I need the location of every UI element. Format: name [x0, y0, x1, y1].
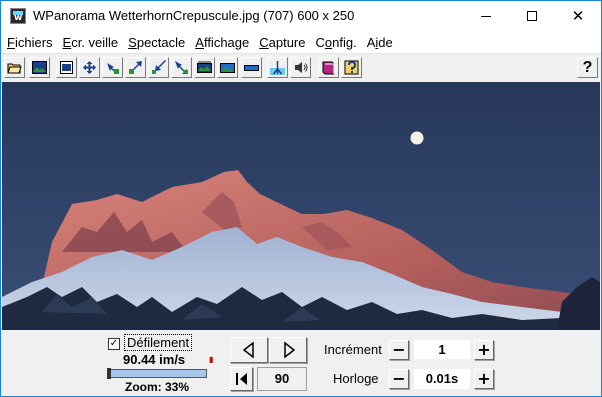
- menu-aide[interactable]: Aide: [362, 35, 398, 50]
- zoom-label: Zoom: 33%: [125, 380, 190, 394]
- landscape-image-icon: [32, 61, 47, 74]
- panorama-strip-button[interactable]: [241, 57, 262, 78]
- window-title: WPanorama WetterhornCrepuscule.jpg (707)…: [33, 8, 355, 23]
- control-panel: ✓ Défilement 90.44 im/s ▮ Zoom: 33% 90 I…: [1, 331, 601, 396]
- menu-bar: Fichiers Ecr. veille Spectacle Affichage Cap…: [1, 31, 601, 53]
- help-button[interactable]: ?: [577, 57, 598, 78]
- fit-window-icon: [60, 61, 73, 74]
- expand-diagonal-button[interactable]: [125, 57, 146, 78]
- clock-value[interactable]: 0.01s: [414, 369, 470, 389]
- shrink-left-icon: [107, 63, 119, 74]
- tripod-button[interactable]: [267, 57, 288, 78]
- increment-value[interactable]: 1: [414, 340, 470, 359]
- app-icon[interactable]: [10, 8, 26, 24]
- zoom-slider-track[interactable]: [107, 369, 207, 378]
- panorama-strip-icon: [244, 65, 259, 71]
- book-icon: [322, 61, 335, 75]
- panorama-band-icon: [197, 61, 212, 73]
- fit-window-button[interactable]: [56, 57, 77, 78]
- speed-indicator-icon: ▮: [209, 355, 214, 364]
- expand-diagonal-icon: [129, 61, 142, 74]
- close-button[interactable]: ✕: [555, 1, 601, 31]
- toolbar: ?: [1, 53, 601, 81]
- triangle-left-icon: [242, 341, 254, 359]
- frame-number[interactable]: 90: [257, 367, 307, 391]
- title-bar[interactable]: WPanorama WetterhornCrepuscule.jpg (707)…: [1, 1, 601, 31]
- moon: [410, 131, 424, 145]
- next-image-button[interactable]: [269, 337, 307, 363]
- shrink-left-button[interactable]: [102, 57, 123, 78]
- sound-button[interactable]: [290, 57, 311, 78]
- shrink-diagonal-button[interactable]: [148, 57, 169, 78]
- maximize-icon: [527, 11, 537, 21]
- maximize-button[interactable]: [509, 1, 555, 31]
- menu-capture[interactable]: Capture: [254, 35, 310, 50]
- previous-image-button[interactable]: [230, 337, 268, 363]
- panorama-viewport[interactable]: [2, 82, 600, 330]
- panorama-band-button[interactable]: [194, 57, 215, 78]
- minimize-icon: [481, 15, 491, 17]
- menu-config[interactable]: Config.: [311, 35, 362, 50]
- open-folder-icon: [7, 63, 22, 74]
- help-book-button[interactable]: [341, 57, 362, 78]
- shrink-corner-icon: [175, 61, 188, 74]
- increment-plus-button[interactable]: +: [474, 340, 494, 360]
- skip-first-icon: [236, 373, 247, 385]
- manual-button[interactable]: [318, 57, 339, 78]
- menu-fichiers[interactable]: Fichiers: [2, 35, 58, 50]
- speaker-icon: [295, 62, 308, 73]
- zoom-slider-thumb[interactable]: [107, 368, 111, 379]
- view-image-button[interactable]: [29, 57, 50, 78]
- app-window: WPanorama WetterhornCrepuscule.jpg (707)…: [0, 0, 602, 397]
- clock-minus-button[interactable]: −: [389, 369, 409, 389]
- first-image-button[interactable]: [230, 367, 253, 391]
- speed-value: 90.44 im/s: [123, 352, 186, 367]
- panorama-wide-button[interactable]: [217, 57, 238, 78]
- shrink-diagonal-icon: [152, 60, 166, 74]
- tripod-icon: [270, 61, 285, 75]
- scroll-checkbox-label[interactable]: Défilement: [124, 334, 193, 351]
- open-folder-button[interactable]: [4, 57, 25, 78]
- menu-ecr-veille[interactable]: Ecr. veille: [58, 35, 124, 50]
- panorama-image: [2, 82, 600, 330]
- triangle-right-icon: [284, 341, 296, 359]
- clock-plus-button[interactable]: +: [474, 369, 494, 389]
- scroll-checkbox[interactable]: ✓: [108, 338, 120, 350]
- menu-affichage[interactable]: Affichage: [190, 35, 254, 50]
- clock-label: Horloge: [333, 371, 379, 386]
- close-icon: ✕: [571, 6, 585, 25]
- increment-label: Incrément: [324, 342, 382, 357]
- help-book-icon: [344, 60, 359, 75]
- menu-spectacle[interactable]: Spectacle: [123, 35, 190, 50]
- expand-arrows-icon: [83, 61, 96, 74]
- expand-button[interactable]: [79, 57, 100, 78]
- panorama-wide-icon: [220, 63, 235, 73]
- minimize-button[interactable]: [463, 1, 509, 31]
- shrink-corner-button[interactable]: [171, 57, 192, 78]
- increment-minus-button[interactable]: −: [389, 340, 409, 360]
